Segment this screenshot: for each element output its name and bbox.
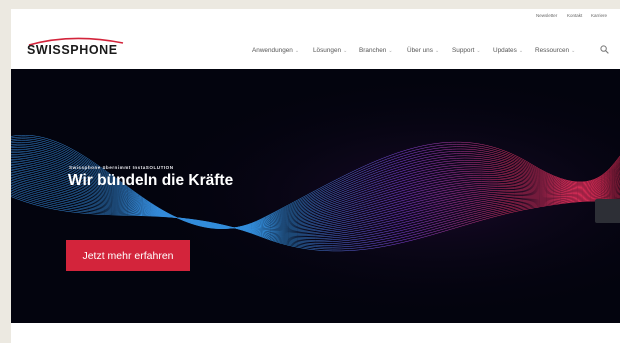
chevron-down-icon: ⌄ (343, 47, 348, 54)
nav-item-branchen[interactable]: Branchen ⌄ (359, 47, 393, 54)
cta-button[interactable]: Jetzt mehr erfahren (66, 240, 190, 271)
nav-item-label: Updates (493, 47, 517, 54)
nav-item-label: Lösungen (313, 47, 342, 54)
nav-item-label: Anwendungen (252, 47, 293, 54)
nav-item-anwendungen[interactable]: Anwendungen ⌄ (252, 47, 299, 54)
logo-text: SWISSPHONE (27, 43, 118, 57)
nav-item-label: Branchen (359, 47, 387, 54)
chevron-down-icon: ⌄ (571, 47, 576, 54)
chevron-down-icon: ⌄ (294, 47, 300, 54)
nav-item-loesungen[interactable]: Lösungen ⌄ (313, 47, 347, 54)
hero-banner: Swissphone übernimmt InstaSOLUTION Wir b… (11, 69, 620, 323)
kontakt-link[interactable]: Kontakt (567, 13, 582, 18)
hero-kicker: Swissphone übernimmt InstaSOLUTION (69, 165, 174, 170)
brain-wave-illustration (11, 69, 620, 323)
recaptcha-badge[interactable] (595, 199, 620, 223)
chevron-down-icon: ⌄ (518, 47, 524, 54)
search-icon[interactable] (600, 45, 609, 54)
chevron-down-icon: ⌄ (434, 47, 440, 54)
swissphone-logo[interactable]: SWISSPHONE (27, 35, 127, 57)
nav-item-label: Über uns (407, 47, 433, 54)
newsletter-link[interactable]: Newsletter (536, 13, 557, 18)
karriere-link[interactable]: Karriere (591, 13, 607, 18)
chevron-down-icon: ⌄ (388, 47, 393, 54)
nav-item-updates[interactable]: Updates ⌄ (493, 47, 523, 54)
nav-item-label: Support (452, 47, 475, 54)
page: Newsletter Kontakt Karriere SWISSPHONE A… (11, 9, 620, 343)
nav-item-ueber-uns[interactable]: Über uns ⌄ (407, 47, 439, 54)
nav-item-label: Ressourcen (535, 47, 570, 54)
hero-headline: Wir bündeln die Kräfte (68, 172, 234, 189)
nav-item-ressourcen[interactable]: Ressourcen ⌄ (535, 47, 575, 54)
chevron-down-icon: ⌄ (476, 47, 481, 54)
nav-item-support[interactable]: Support ⌄ (452, 47, 481, 54)
utility-bar: Newsletter Kontakt Karriere (11, 9, 620, 22)
